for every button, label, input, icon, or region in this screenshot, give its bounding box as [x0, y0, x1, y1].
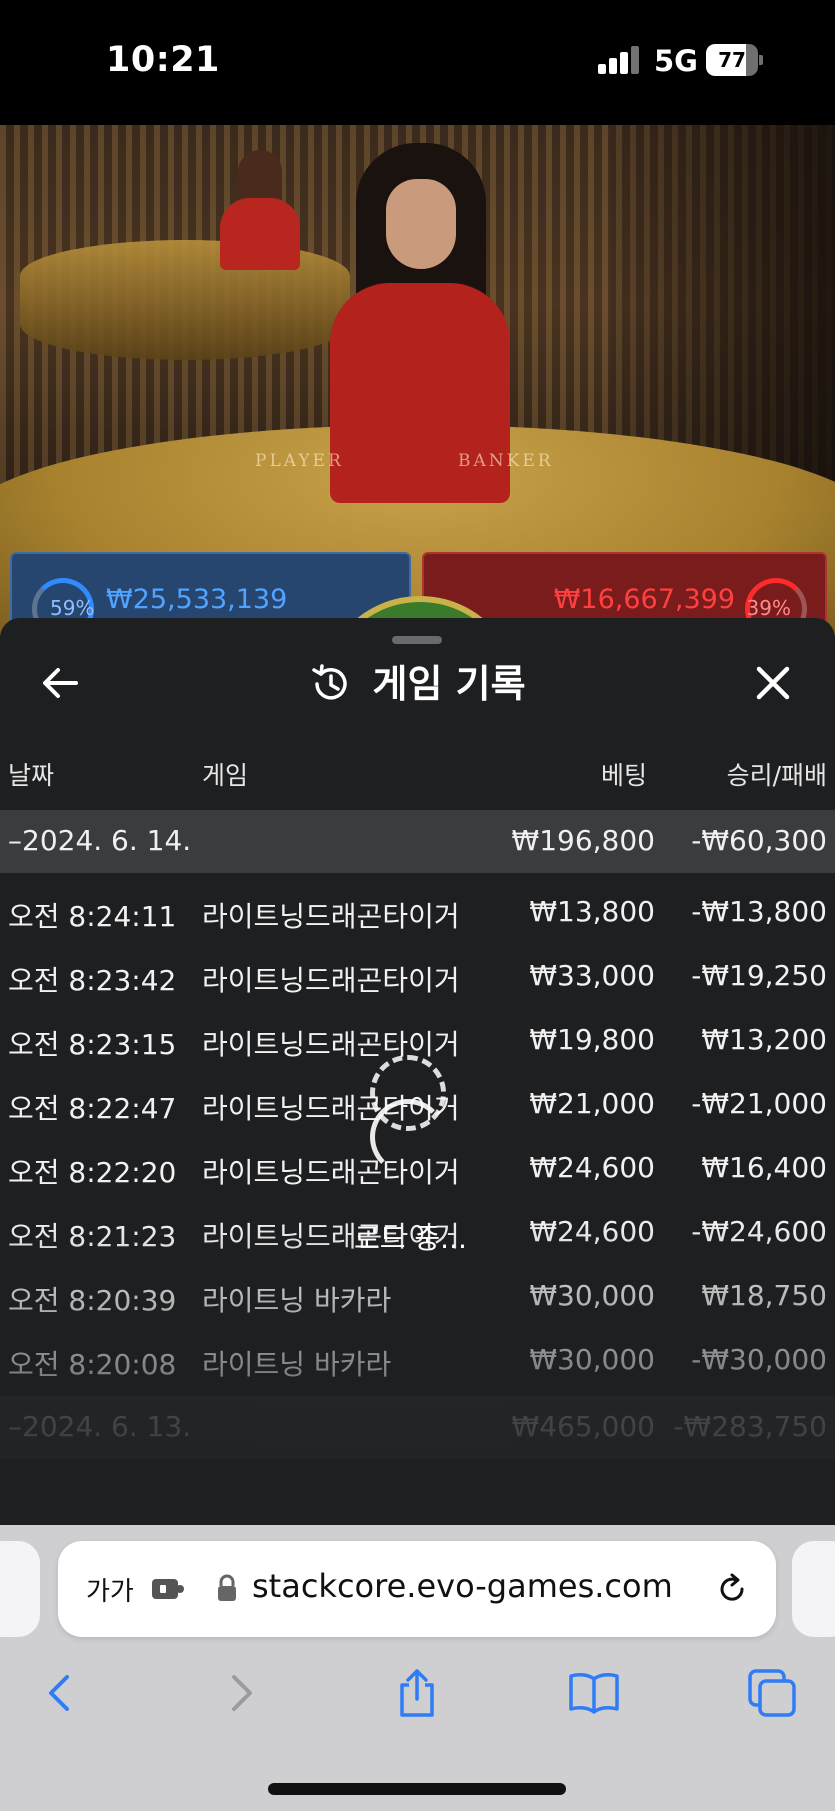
background-dealer — [220, 150, 300, 270]
history-row[interactable]: 오전 8:20:39 라이트닝 바카라 ₩30,000 ₩18,750 — [0, 1263, 835, 1327]
row-result: -₩19,250 — [691, 959, 827, 992]
group-bet-total: ₩465,000 — [511, 1410, 655, 1443]
lock-icon — [218, 1574, 236, 1601]
next-tab-preview[interactable] — [792, 1541, 835, 1637]
history-icon — [312, 664, 348, 700]
screen: 10:21 5G 77 PLAYER BANKER 59% ₩25,533,13… — [0, 0, 835, 1811]
row-bet: ₩21,000 — [529, 1087, 655, 1120]
loading-indicator: 로드 중... — [330, 1055, 490, 1255]
banker-percent: 39% — [746, 596, 791, 620]
row-time: 오전 8:24:11 — [8, 900, 177, 933]
forward-icon[interactable] — [212, 1665, 268, 1721]
share-icon[interactable] — [389, 1665, 445, 1721]
group-win-total: -₩60,300 — [691, 824, 827, 857]
row-time: 오전 8:20:39 — [8, 1284, 177, 1317]
group-bet-total: ₩196,800 — [511, 824, 655, 857]
text-size-button[interactable]: 가가 — [86, 1571, 134, 1608]
row-time: 오전 8:23:42 — [8, 964, 177, 997]
player-percent: 59% — [50, 596, 95, 620]
history-row[interactable]: 오전 8:20:08 라이트닝 바카라 ₩30,000 -₩30,000 — [0, 1327, 835, 1391]
row-result: -₩24,600 — [691, 1215, 827, 1248]
row-bet: ₩30,000 — [529, 1279, 655, 1312]
previous-tab-preview[interactable] — [0, 1541, 40, 1637]
network-type: 5G — [654, 44, 698, 78]
url-text[interactable]: stackcore.evo-games.com — [252, 1567, 673, 1605]
banker-bet-amount: ₩16,667,399 — [553, 584, 735, 615]
row-game: 라이트닝 바카라 — [202, 1348, 392, 1381]
row-time: 오전 8:21:23 — [8, 1220, 177, 1253]
row-game: 라이트닝드래곤타이거 — [202, 900, 460, 933]
home-indicator[interactable] — [268, 1783, 566, 1795]
background-table — [20, 240, 350, 360]
panel-title: 게임 기록 — [372, 662, 526, 706]
panel-header: 게임 기록 — [0, 656, 835, 712]
group-win-total: -₩283,750 — [673, 1410, 827, 1443]
row-result: -₩13,800 — [691, 895, 827, 928]
column-header-date: 날짜 — [8, 761, 55, 790]
row-time: 오전 8:22:47 — [8, 1092, 177, 1125]
group-date: –2024. 6. 14. — [8, 824, 192, 857]
drag-handle[interactable] — [392, 636, 442, 644]
row-bet: ₩13,800 — [529, 895, 655, 928]
row-result: ₩18,750 — [701, 1279, 827, 1312]
bookmarks-icon[interactable] — [566, 1665, 622, 1721]
column-header-game: 게임 — [202, 761, 249, 790]
loading-text: 로드 중... — [354, 1222, 467, 1255]
row-game: 라이트닝 바카라 — [202, 1284, 392, 1317]
reload-icon[interactable] — [714, 1571, 750, 1607]
history-row[interactable]: 오전 8:24:11 라이트닝드래곤타이거 ₩13,800 -₩13,800 — [0, 879, 835, 943]
row-bet: ₩33,000 — [529, 959, 655, 992]
row-result: ₩16,400 — [701, 1151, 827, 1184]
status-bar: 10:21 5G 77 — [0, 0, 835, 125]
battery-icon: 77 — [706, 44, 763, 76]
history-row[interactable]: 오전 8:23:42 라이트닝드래곤타이거 ₩33,000 -₩19,250 — [0, 943, 835, 1007]
browser-toolbar: 가가 stackcore.evo-games.com — [0, 1525, 835, 1811]
row-result: -₩21,000 — [691, 1087, 827, 1120]
row-bet: ₩24,600 — [529, 1215, 655, 1248]
address-bar[interactable]: 가가 stackcore.evo-games.com — [58, 1541, 776, 1637]
back-icon[interactable] — [33, 1665, 89, 1721]
row-bet: ₩24,600 — [529, 1151, 655, 1184]
dealer — [320, 143, 520, 503]
date-group-row[interactable]: –2024. 6. 14. ₩196,800 -₩60,300 — [0, 810, 835, 873]
column-header-win-loss: 승리/패배 — [726, 761, 827, 790]
row-time: 오전 8:22:20 — [8, 1156, 177, 1189]
column-header-bet: 베팅 — [600, 761, 647, 790]
row-time: 오전 8:23:15 — [8, 1028, 177, 1061]
group-date: –2024. 6. 13. — [8, 1410, 192, 1443]
player-bet-amount: ₩25,533,139 — [106, 584, 288, 615]
row-game: 라이트닝드래곤타이거 — [202, 964, 460, 997]
date-group-row[interactable]: –2024. 6. 13. ₩465,000 -₩283,750 — [0, 1396, 835, 1459]
close-button[interactable] — [748, 658, 798, 708]
row-time: 오전 8:20:08 — [8, 1348, 177, 1381]
row-result: -₩30,000 — [691, 1343, 827, 1376]
row-bet: ₩19,800 — [529, 1023, 655, 1056]
cellular-signal-icon — [598, 46, 640, 74]
table-player-label: PLAYER — [255, 451, 344, 471]
row-result: ₩13,200 — [701, 1023, 827, 1056]
close-icon — [756, 666, 790, 700]
row-bet: ₩30,000 — [529, 1343, 655, 1376]
tabs-icon[interactable] — [744, 1665, 800, 1721]
table-banker-label: BANKER — [458, 451, 554, 471]
battery-level: 77 — [718, 48, 746, 72]
status-time: 10:21 — [106, 40, 220, 80]
extension-icon[interactable] — [150, 1573, 184, 1603]
